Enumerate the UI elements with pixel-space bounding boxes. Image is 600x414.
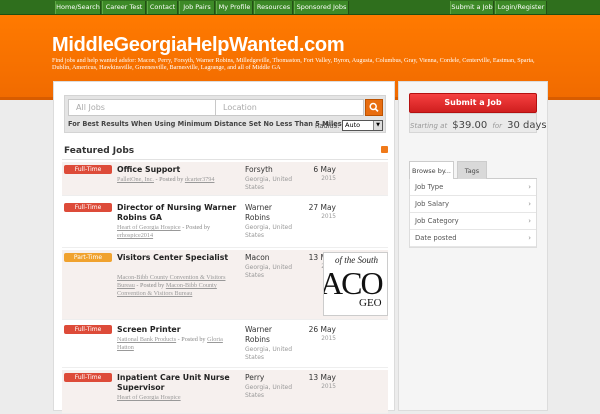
divider: [62, 159, 388, 160]
nav-submit-job[interactable]: Submit a Job: [450, 1, 494, 14]
job-city: Macon: [245, 253, 270, 262]
job-city: Warner Robins: [245, 325, 272, 344]
poster-link[interactable]: erhospice2014: [117, 232, 153, 239]
price-for: for: [492, 122, 502, 130]
job-row[interactable]: Full-Time Inpatient Care Unit Nurse Supe…: [62, 370, 388, 414]
job-company-line: Macon-Bibb County Convention & Visitors …: [117, 274, 237, 298]
job-city: Perry: [245, 373, 265, 382]
company-logo[interactable]: of the South ACO GEO: [323, 252, 388, 316]
job-title-link[interactable]: Screen Printer: [117, 325, 237, 335]
nav-my-profile[interactable]: My Profile: [216, 1, 253, 14]
job-type-badge: Full-Time: [64, 325, 112, 334]
job-title-link[interactable]: Visitors Center Specialist: [117, 253, 237, 263]
browse-list: Job Type › Job Salary › Job Category › Date…: [409, 179, 537, 248]
search-tip: For Best Results When Using Minimum Dist…: [68, 120, 342, 128]
job-date: 26 May: [308, 325, 336, 334]
browse-item-label: Date posted: [415, 234, 457, 242]
company-link[interactable]: PalletOne, Inc.: [117, 176, 154, 183]
price-prefix: Starting at: [410, 122, 448, 130]
search-icon: [369, 102, 379, 113]
sidebar-tabs: Browse by... Tags: [409, 161, 537, 179]
top-nav: Home/Search Career Test Contact Job Pair…: [0, 0, 600, 15]
chevron-right-icon: ›: [528, 183, 531, 191]
price-info: Starting at $39.00 for 30 days: [409, 113, 547, 133]
job-title-link[interactable]: Office Support: [117, 165, 237, 175]
logo-text-top: of the South: [335, 255, 378, 265]
jobs-search-input[interactable]: All Jobs: [68, 99, 216, 116]
job-state: Georgia, United States: [245, 346, 293, 361]
browse-item-job-category[interactable]: Job Category ›: [410, 213, 536, 230]
job-type-badge: Full-Time: [64, 165, 112, 174]
search-button[interactable]: [365, 99, 383, 116]
chevron-right-icon: ›: [528, 234, 531, 242]
job-state: Georgia, United States: [245, 384, 293, 399]
job-type-badge: Full-Time: [64, 373, 112, 382]
main-content: All Jobs Location For Best Results When …: [53, 81, 395, 414]
company-link[interactable]: National Bank Products: [117, 336, 176, 343]
posted-by-prefix: - Posted by: [134, 282, 166, 289]
browse-item-job-salary[interactable]: Job Salary ›: [410, 196, 536, 213]
radius-value: Auto: [345, 121, 361, 129]
submit-job-button[interactable]: Submit a Job: [409, 93, 537, 113]
browse-item-job-type[interactable]: Job Type ›: [410, 179, 536, 196]
nav-login-register[interactable]: Login/Register: [495, 1, 547, 14]
job-year: 2015: [321, 384, 336, 390]
job-row[interactable]: Full-Time Office Support PalletOne, Inc.…: [62, 162, 388, 196]
sidebar: Submit a Job Starting at $39.00 for 30 d…: [398, 81, 548, 411]
posted-by-prefix: - Posted by: [153, 176, 185, 183]
job-company-line: National Bank Products - Posted by Glori…: [117, 336, 237, 352]
radius-label: Radius:: [315, 122, 340, 130]
job-city: Forsyth: [245, 165, 273, 174]
job-company-line: Heart of Georgia Hospice: [117, 394, 237, 402]
chevron-right-icon: ›: [528, 200, 531, 208]
site-tagline: Find jobs and help wanted adsfor: Macon,…: [52, 57, 535, 71]
job-title-link[interactable]: Inpatient Care Unit Nurse Supervisor: [117, 373, 237, 393]
tab-browse-by[interactable]: Browse by...: [409, 161, 454, 179]
browse-item-label: Job Category: [415, 217, 459, 225]
nav-resources[interactable]: Resources: [254, 1, 293, 14]
nav-job-pairs[interactable]: Job Pairs: [179, 1, 215, 14]
job-date: 27 May: [308, 203, 336, 212]
job-year: 2015: [321, 336, 336, 342]
browse-item-label: Job Type: [415, 183, 444, 191]
job-type-badge: Part-Time: [64, 253, 112, 262]
chevron-right-icon: ›: [528, 217, 531, 225]
job-state: Georgia, United States: [245, 176, 293, 191]
price-duration: 30 days: [507, 120, 547, 131]
job-year: 2015: [321, 214, 336, 220]
job-date: 13 May: [308, 373, 336, 382]
company-link[interactable]: Heart of Georgia Hospice: [117, 224, 181, 231]
nav-home-search[interactable]: Home/Search: [55, 1, 101, 14]
rss-icon[interactable]: [381, 146, 388, 153]
dropdown-arrow-icon: ▼: [373, 121, 382, 130]
nav-sponsored-jobs[interactable]: Sponsored Jobs: [294, 1, 349, 14]
logo-text-bottom: GEO: [359, 297, 382, 309]
nav-career-test[interactable]: Career Test: [102, 1, 146, 14]
job-state: Georgia, United States: [245, 224, 293, 239]
poster-link[interactable]: dcarter3794: [185, 176, 215, 183]
browse-item-date-posted[interactable]: Date posted ›: [410, 230, 536, 247]
tab-tags[interactable]: Tags: [457, 161, 487, 179]
job-year: 2015: [321, 176, 336, 182]
price-amount: $39.00: [452, 120, 488, 131]
nav-contact[interactable]: Contact: [147, 1, 178, 14]
job-city: Warner Robins: [245, 203, 272, 222]
posted-by-prefix: - Posted by: [180, 224, 211, 231]
job-row[interactable]: Full-Time Screen Printer National Bank P…: [62, 322, 388, 368]
job-state: Georgia, United States: [245, 264, 293, 279]
job-row[interactable]: Full-Time Director of Nursing Warner Rob…: [62, 200, 388, 248]
job-type-badge: Full-Time: [64, 203, 112, 212]
job-company-line: Heart of Georgia Hospice - Posted by erh…: [117, 224, 237, 240]
posted-by-prefix: - Posted by: [176, 336, 208, 343]
job-company-line: PalletOne, Inc. - Posted by dcarter3794: [117, 176, 237, 184]
radius-select[interactable]: Auto ▼: [342, 120, 383, 131]
job-date: 6 May: [313, 165, 336, 174]
job-title-link[interactable]: Director of Nursing Warner Robins GA: [117, 203, 237, 223]
location-input[interactable]: Location: [215, 99, 364, 116]
site-title[interactable]: MiddleGeorgiaHelpWanted.com: [52, 34, 345, 57]
search-bar: All Jobs Location For Best Results When …: [64, 95, 386, 133]
featured-jobs-heading: Featured Jobs: [64, 146, 135, 156]
browse-item-label: Job Salary: [415, 200, 449, 208]
